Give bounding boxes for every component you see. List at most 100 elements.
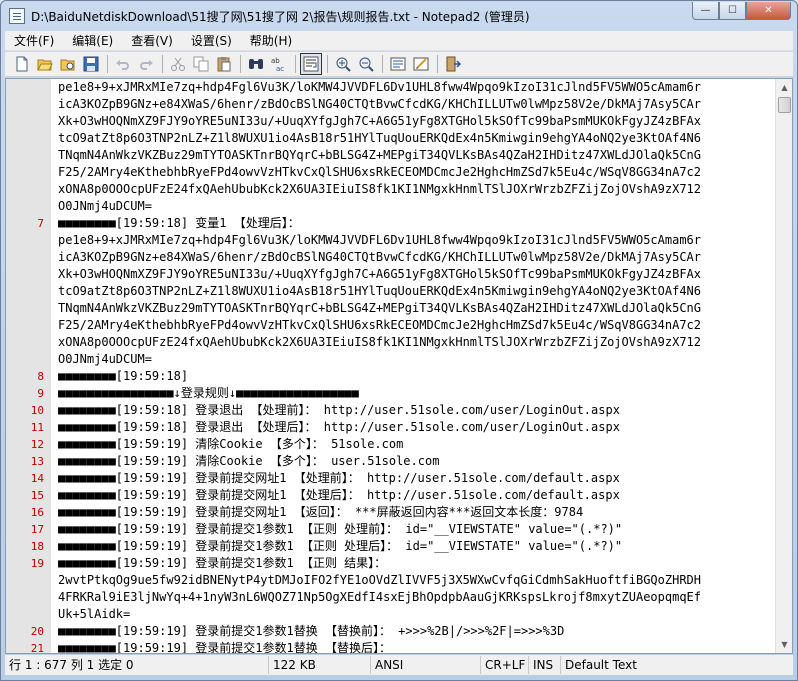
editor-line[interactable]: icA3KOZpB9GNz+e84XWaS/6henr/zBdOcBSlNG40… — [6, 96, 776, 113]
menu-file[interactable]: 文件(F) — [5, 31, 63, 51]
line-text[interactable]: ■■■■■■■■[19:59:19] 登录前提交1参数1 【正则 处理后】： i… — [58, 538, 622, 555]
editor-line[interactable]: 15 ■■■■■■■■[19:59:19] 登录前提交网址1 【处理后】： htt… — [6, 487, 776, 504]
line-text[interactable]: icA3KOZpB9GNz+e84XWaS/6henr/zBdOcBSlNG40… — [58, 249, 701, 266]
editor-line[interactable]: pe1e8+9+xJMRxMIe7zq+hdp4Fgl6Vu3K/loKMW4J… — [6, 232, 776, 249]
menu-view[interactable]: 查看(V) — [122, 31, 182, 51]
editor-line[interactable]: 17 ■■■■■■■■[19:59:19] 登录前提交1参数1 【正则 处理前】：… — [6, 521, 776, 538]
exit-button[interactable] — [442, 53, 464, 75]
find-button[interactable] — [245, 53, 267, 75]
editor-line[interactable]: 10 ■■■■■■■■[19:59:18] 登录退出 【处理前】： http://… — [6, 402, 776, 419]
line-text[interactable]: Uk+5lAidk= — [58, 606, 130, 623]
status-encoding[interactable]: ANSI — [371, 656, 481, 674]
line-text[interactable]: ■■■■■■■■[19:59:19] 登录前提交网址1 【处理前】： http:… — [58, 470, 620, 487]
line-text[interactable]: O0JNmj4uDCUM= — [58, 198, 152, 215]
line-text[interactable]: ■■■■■■■■[19:59:18] — [58, 368, 188, 385]
line-text[interactable]: F25/2AMry4eKthebhbRyeFPd4owvVzHTkvCxQlSH… — [58, 317, 701, 334]
editor-line[interactable]: 4FRKRal9iE3ljNwYq+4+1nyW3nL6WQOZ71Np5OgX… — [6, 589, 776, 606]
replace-button[interactable]: ab ac — [268, 53, 290, 75]
editor-lines[interactable]: pe1e8+9+xJMRxMIe7zq+hdp4Fgl6Vu3K/loKMW4J… — [6, 79, 776, 653]
line-text[interactable]: TNqmN4AnWkzVKZBuz29mTYTOASKTnrBQYqrC+bBL… — [58, 147, 701, 164]
open-button[interactable] — [34, 53, 56, 75]
copy-button[interactable] — [190, 53, 212, 75]
editor-line[interactable]: 14 ■■■■■■■■[19:59:19] 登录前提交网址1 【处理前】： htt… — [6, 470, 776, 487]
line-text[interactable]: Xk+O3wHOQNmXZ9FJY9oYRE5uNI33u/+UuqXYfgJg… — [58, 113, 701, 130]
editor-line[interactable]: 2wvtPtkqOg9ue5fw92idBNENytP4ytDMJoIFO2fY… — [6, 572, 776, 589]
close-button[interactable]: ✕ — [746, 2, 791, 20]
editor-line[interactable]: Uk+5lAidk= — [6, 606, 776, 623]
line-text[interactable]: xONA8p0OOOcpUFzE24fxQAehUbubKck2X6UA3IEi… — [58, 334, 701, 351]
line-text[interactable]: tcO9atZt8p6O3TNP2nLZ+Z1l8WUXU1io4AsB18r5… — [58, 130, 701, 147]
line-text[interactable]: ■■■■■■■■[19:59:18] 登录退出 【处理前】： http://us… — [58, 402, 620, 419]
line-text[interactable]: ■■■■■■■■[19:59:19] 清除Cookie 【多个】： user.5… — [58, 453, 439, 470]
editor-line[interactable]: 13 ■■■■■■■■[19:59:19] 清除Cookie 【多个】： user… — [6, 453, 776, 470]
line-text[interactable]: 2wvtPtkqOg9ue5fw92idBNENytP4ytDMJoIFO2fY… — [58, 572, 701, 589]
minimize-button[interactable]: — — [692, 2, 719, 20]
line-text[interactable]: ■■■■■■■■[19:59:19] 登录前提交网址1 【处理后】： http:… — [58, 487, 620, 504]
line-text[interactable]: pe1e8+9+xJMRxMIe7zq+hdp4Fgl6Vu3K/loKMW4J… — [58, 79, 701, 96]
editor-line[interactable]: 8 ■■■■■■■■[19:59:18] — [6, 368, 776, 385]
scroll-up-icon[interactable]: ▲ — [776, 79, 792, 96]
scrollbar-thumb[interactable] — [778, 97, 791, 113]
vertical-scrollbar[interactable]: ▲ ▼ — [775, 79, 792, 653]
line-text[interactable]: ■■■■■■■■[19:59:18] 变量1 【处理后】： — [58, 215, 300, 232]
scheme-button[interactable] — [387, 53, 409, 75]
menu-edit[interactable]: 编辑(E) — [63, 31, 122, 51]
line-text[interactable]: Xk+O3wHOQNmXZ9FJY9oYRE5uNI33u/+UuqXYfgJg… — [58, 266, 701, 283]
line-text[interactable]: F25/2AMry4eKthebhbRyeFPd4owvVzHTkvCxQlSH… — [58, 164, 701, 181]
cut-button[interactable] — [167, 53, 189, 75]
editor-line[interactable]: Xk+O3wHOQNmXZ9FJY9oYRE5uNI33u/+UuqXYfgJg… — [6, 113, 776, 130]
editor-line[interactable]: 18 ■■■■■■■■[19:59:19] 登录前提交1参数1 【正则 处理后】：… — [6, 538, 776, 555]
line-text[interactable]: ■■■■■■■■■■■■■■■■↓登录规则↓■■■■■■■■■■■■■■■■■ — [58, 385, 359, 402]
new-button[interactable] — [11, 53, 33, 75]
editor-line[interactable]: 9 ■■■■■■■■■■■■■■■■↓登录规则↓■■■■■■■■■■■■■■■■■ — [6, 385, 776, 402]
editor-line[interactable]: F25/2AMry4eKthebhbRyeFPd4owvVzHTkvCxQlSH… — [6, 317, 776, 334]
status-line-ending[interactable]: CR+LF — [481, 656, 529, 674]
paste-button[interactable] — [213, 53, 235, 75]
menu-settings[interactable]: 设置(S) — [182, 31, 241, 51]
line-text[interactable]: ■■■■■■■■[19:59:19] 登录前提交1参数1 【正则 处理前】： i… — [58, 521, 622, 538]
maximize-button[interactable]: ☐ — [719, 2, 746, 20]
zoom-in-button[interactable] — [332, 53, 354, 75]
editor-line[interactable]: 21 ■■■■■■■■[19:59:19] 登录前提交1参数1替换 【替换后】： — [6, 640, 776, 653]
line-text[interactable]: ■■■■■■■■[19:59:19] 清除Cookie 【多个】： 51sole… — [58, 436, 403, 453]
undo-button[interactable] — [112, 53, 134, 75]
editor-line[interactable]: 11 ■■■■■■■■[19:59:18] 登录退出 【处理后】： http://… — [6, 419, 776, 436]
scroll-down-icon[interactable]: ▼ — [776, 636, 792, 653]
line-text[interactable]: O0JNmj4uDCUM= — [58, 351, 152, 368]
editor-line[interactable]: TNqmN4AnWkzVKZBuz29mTYTOASKTnrBQYqrC+bBL… — [6, 147, 776, 164]
redo-button[interactable] — [135, 53, 157, 75]
customize-scheme-button[interactable] — [410, 53, 432, 75]
editor-line[interactable]: F25/2AMry4eKthebhbRyeFPd4owvVzHTkvCxQlSH… — [6, 164, 776, 181]
editor-line[interactable]: xONA8p0OOOcpUFzE24fxQAehUbubKck2X6UA3IEi… — [6, 181, 776, 198]
text-editor[interactable]: pe1e8+9+xJMRxMIe7zq+hdp4Fgl6Vu3K/loKMW4J… — [5, 78, 793, 654]
editor-line[interactable]: 16 ■■■■■■■■[19:59:19] 登录前提交网址1 【返回】： ***屏… — [6, 504, 776, 521]
line-text[interactable]: TNqmN4AnWkzVKZBuz29mTYTOASKTnrBQYqrC+bBL… — [58, 300, 701, 317]
editor-line[interactable]: TNqmN4AnWkzVKZBuz29mTYTOASKTnrBQYqrC+bBL… — [6, 300, 776, 317]
editor-line[interactable]: O0JNmj4uDCUM= — [6, 351, 776, 368]
title-bar[interactable]: D:\BaiduNetdiskDownload\51搜了网\51搜了网 2\报告… — [1, 1, 797, 31]
menu-help[interactable]: 帮助(H) — [241, 31, 301, 51]
line-text[interactable]: pe1e8+9+xJMRxMIe7zq+hdp4Fgl6Vu3K/loKMW4J… — [58, 232, 701, 249]
line-text[interactable]: xONA8p0OOOcpUFzE24fxQAehUbubKck2X6UA3IEi… — [58, 181, 701, 198]
editor-line[interactable]: 20 ■■■■■■■■[19:59:19] 登录前提交1参数1替换 【替换前】： … — [6, 623, 776, 640]
browse-button[interactable] — [57, 53, 79, 75]
editor-line[interactable]: Xk+O3wHOQNmXZ9FJY9oYRE5uNI33u/+UuqXYfgJg… — [6, 266, 776, 283]
line-text[interactable]: 4FRKRal9iE3ljNwYq+4+1nyW3nL6WQOZ71Np5OgX… — [58, 589, 701, 606]
status-insert-mode[interactable]: INS — [529, 656, 561, 674]
editor-line[interactable]: O0JNmj4uDCUM= — [6, 198, 776, 215]
zoom-out-button[interactable] — [355, 53, 377, 75]
line-text[interactable]: ■■■■■■■■[19:59:19] 登录前提交1参数1替换 【替换前】： +>… — [58, 623, 564, 640]
line-text[interactable]: ■■■■■■■■[19:59:19] 登录前提交网址1 【返回】： ***屏蔽返… — [58, 504, 583, 521]
line-text[interactable]: icA3KOZpB9GNz+e84XWaS/6henr/zBdOcBSlNG40… — [58, 96, 701, 113]
status-scheme[interactable]: Default Text — [561, 656, 793, 674]
editor-line[interactable]: tcO9atZt8p6O3TNP2nLZ+Z1l8WUXU1io4AsB18r5… — [6, 283, 776, 300]
line-text[interactable]: ■■■■■■■■[19:59:19] 登录前提交1参数1替换 【替换后】： — [58, 640, 391, 653]
line-text[interactable]: ■■■■■■■■[19:59:18] 登录退出 【处理后】： http://us… — [58, 419, 620, 436]
editor-line[interactable]: pe1e8+9+xJMRxMIe7zq+hdp4Fgl6Vu3K/loKMW4J… — [6, 79, 776, 96]
editor-line[interactable]: tcO9atZt8p6O3TNP2nLZ+Z1l8WUXU1io4AsB18r5… — [6, 130, 776, 147]
save-button[interactable] — [80, 53, 102, 75]
line-text[interactable]: tcO9atZt8p6O3TNP2nLZ+Z1l8WUXU1io4AsB18r5… — [58, 283, 701, 300]
editor-line[interactable]: 7 ■■■■■■■■[19:59:18] 变量1 【处理后】： — [6, 215, 776, 232]
editor-line[interactable]: icA3KOZpB9GNz+e84XWaS/6henr/zBdOcBSlNG40… — [6, 249, 776, 266]
line-text[interactable]: ■■■■■■■■[19:59:19] 登录前提交1参数1 【正则 结果】： — [58, 555, 386, 572]
